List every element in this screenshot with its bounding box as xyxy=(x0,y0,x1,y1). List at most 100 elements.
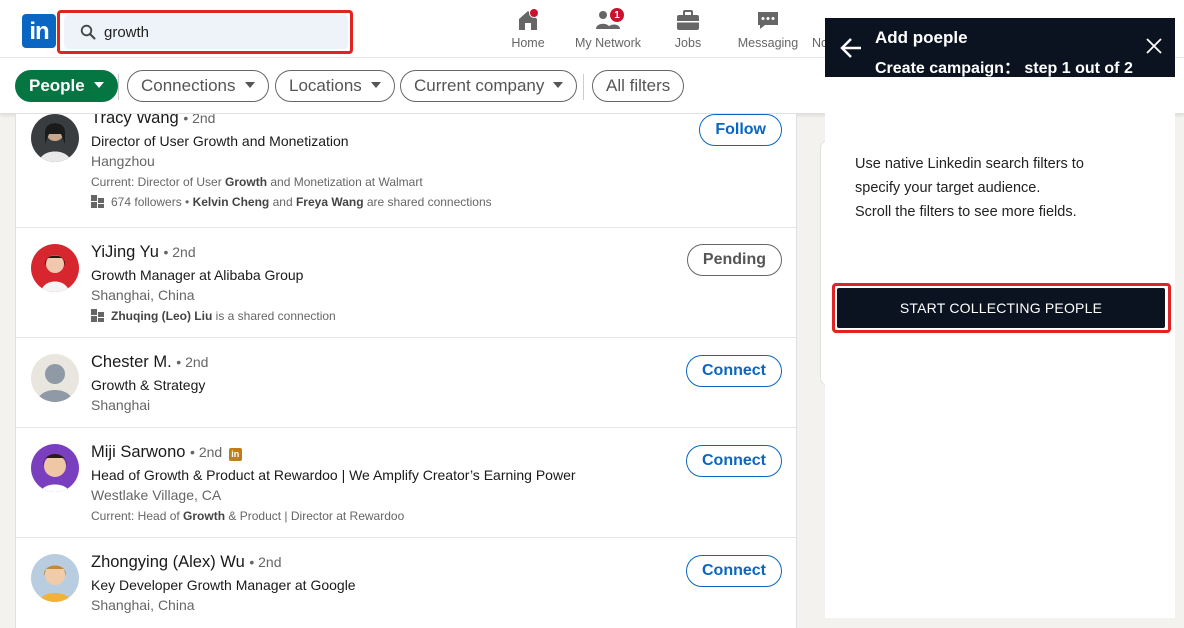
premium-badge-icon: in xyxy=(228,448,242,461)
connect-button[interactable]: Connect xyxy=(686,555,782,587)
network-badge: 1 xyxy=(609,7,625,23)
filter-people-button[interactable]: People xyxy=(15,70,118,102)
nav-jobs[interactable]: Jobs xyxy=(668,8,708,54)
filter-connections-button[interactable]: Connections xyxy=(127,70,269,102)
nav-home[interactable]: Home xyxy=(506,8,550,54)
person-name[interactable]: Miji Sarwono xyxy=(91,443,185,461)
desc-line: Scroll the filters to see more fields. xyxy=(855,204,1077,220)
avatar[interactable] xyxy=(31,244,79,292)
caret-down-icon xyxy=(553,82,564,88)
current-prefix: Current: Director of User xyxy=(91,175,226,189)
connect-button[interactable]: Connect xyxy=(686,445,782,477)
filter-people-label: People xyxy=(29,76,85,95)
connection-degree: • 2nd xyxy=(163,244,196,260)
connect-button[interactable]: Connect xyxy=(686,355,782,387)
back-arrow-icon[interactable] xyxy=(839,37,863,59)
panel-subtitle: Create campaign： step 1 out of 2 xyxy=(875,60,1133,77)
shared-suffix: is a shared connection xyxy=(212,309,336,323)
connection-degree: • 2nd xyxy=(183,114,216,126)
panel-description: Use native Linkedin search filters to sp… xyxy=(855,152,1155,224)
shared-name: Freya Wang xyxy=(295,195,364,209)
briefcase-icon xyxy=(675,8,701,32)
nav-notifications-label: No xyxy=(812,36,826,50)
result-name-line: YiJing Yu • 2nd xyxy=(91,243,196,262)
list-item: Chester M. • 2nd Growth & Strategy Shang… xyxy=(16,338,796,428)
search-highlight-box xyxy=(57,10,353,54)
person-name[interactable]: Chester M. xyxy=(91,353,172,371)
filter-current-company-label: Current company xyxy=(414,76,545,95)
caret-down-icon xyxy=(370,82,381,88)
person-headline: Growth & Strategy xyxy=(91,377,206,393)
home-icon xyxy=(515,8,541,32)
caret-down-icon xyxy=(244,82,255,88)
current-prefix: Current: Head of xyxy=(91,509,184,523)
result-name-line: Chester M. • 2nd xyxy=(91,353,208,372)
filter-locations-button[interactable]: Locations xyxy=(275,70,395,102)
nav-home-label: Home xyxy=(511,36,545,50)
nav-my-network-label: My Network xyxy=(575,36,641,50)
nav-jobs-label: Jobs xyxy=(674,36,702,50)
person-headline: Growth Manager at Alibaba Group xyxy=(91,267,304,283)
filter-divider xyxy=(118,74,119,100)
all-filters-label: All filters xyxy=(606,76,671,95)
connection-degree: • 2nd xyxy=(190,444,223,460)
panel-title: Add poeple xyxy=(875,28,968,47)
current-keyword: Growth xyxy=(225,175,268,189)
shared-people-icon xyxy=(91,195,104,208)
people-icon: 1 xyxy=(595,7,625,32)
followers-count: 674 followers • xyxy=(111,195,193,209)
current-position: Current: Director of User Growth and Mon… xyxy=(91,175,423,189)
shared-suffix: are shared connections xyxy=(363,195,492,209)
list-item: Zhongying (Alex) Wu • 2nd Key Developer … xyxy=(16,538,796,628)
avatar[interactable] xyxy=(31,554,79,602)
person-headline: Key Developer Growth Manager at Google xyxy=(91,577,356,593)
shared-name: Zhuqing (Leo) Liu xyxy=(111,309,213,323)
bell-icon xyxy=(812,8,826,32)
pending-button[interactable]: Pending xyxy=(686,244,782,276)
avatar[interactable] xyxy=(31,354,79,402)
person-name[interactable]: Zhongying (Alex) Wu xyxy=(91,553,245,571)
current-position: Current: Head of Growth & Product | Dire… xyxy=(91,509,404,523)
close-icon[interactable] xyxy=(1145,37,1163,55)
person-location: Shanghai, China xyxy=(91,287,195,303)
result-name-line: Tracy Wang • 2nd xyxy=(91,114,215,128)
avatar[interactable] xyxy=(31,114,79,162)
caret-down-icon xyxy=(93,82,104,88)
person-name[interactable]: Tracy Wang xyxy=(91,114,179,127)
person-location: Westlake Village, CA xyxy=(91,487,222,503)
shared-connections[interactable]: 674 followers • Kelvin Cheng and Freya W… xyxy=(91,195,492,209)
filter-connections-label: Connections xyxy=(141,76,236,95)
list-item: Miji Sarwono • 2nd in Head of Growth & P… xyxy=(16,428,796,538)
list-item: Tracy Wang • 2nd Director of User Growth… xyxy=(16,114,796,228)
panel-header: Add poeple Create campaign： step 1 out o… xyxy=(825,18,1175,77)
current-suffix: & Product | Director at Rewardoo xyxy=(225,509,405,523)
nav-notifications[interactable]: No xyxy=(812,8,826,54)
nav-messaging[interactable]: Messaging xyxy=(736,8,800,54)
filter-divider xyxy=(583,74,584,100)
current-keyword: Growth xyxy=(183,509,226,523)
nav-my-network[interactable]: 1 My Network xyxy=(572,7,644,54)
all-filters-button[interactable]: All filters xyxy=(592,70,685,102)
search-results-list: Tracy Wang • 2nd Director of User Growth… xyxy=(15,114,797,628)
shared-people-icon xyxy=(91,309,104,322)
desc-line: specify your target audience. xyxy=(855,180,1041,196)
start-collecting-button[interactable]: START COLLECTING PEOPLE xyxy=(837,288,1165,328)
connection-degree: • 2nd xyxy=(249,554,282,570)
person-name[interactable]: YiJing Yu xyxy=(91,243,159,261)
home-dot-badge xyxy=(529,8,539,18)
add-people-panel: Add poeple Create campaign： step 1 out o… xyxy=(825,18,1175,618)
person-location: Hangzhou xyxy=(91,153,155,169)
desc-line: Use native Linkedin search filters to xyxy=(855,156,1084,172)
shared-mid: and xyxy=(269,195,296,209)
list-item: YiJing Yu • 2nd Growth Manager at Alibab… xyxy=(16,228,796,338)
filter-locations-label: Locations xyxy=(289,76,362,95)
follow-button[interactable]: Follow xyxy=(699,114,782,146)
linkedin-logo[interactable]: in xyxy=(22,14,56,48)
filter-current-company-button[interactable]: Current company xyxy=(400,70,578,102)
shared-connections[interactable]: Zhuqing (Leo) Liu is a shared connection xyxy=(91,309,336,323)
person-headline: Head of Growth & Product at Rewardoo | W… xyxy=(91,467,576,483)
avatar[interactable] xyxy=(31,444,79,492)
nav-messaging-label: Messaging xyxy=(737,36,799,50)
person-headline: Director of User Growth and Monetization xyxy=(91,133,349,149)
result-name-line: Miji Sarwono • 2nd in xyxy=(91,443,242,462)
